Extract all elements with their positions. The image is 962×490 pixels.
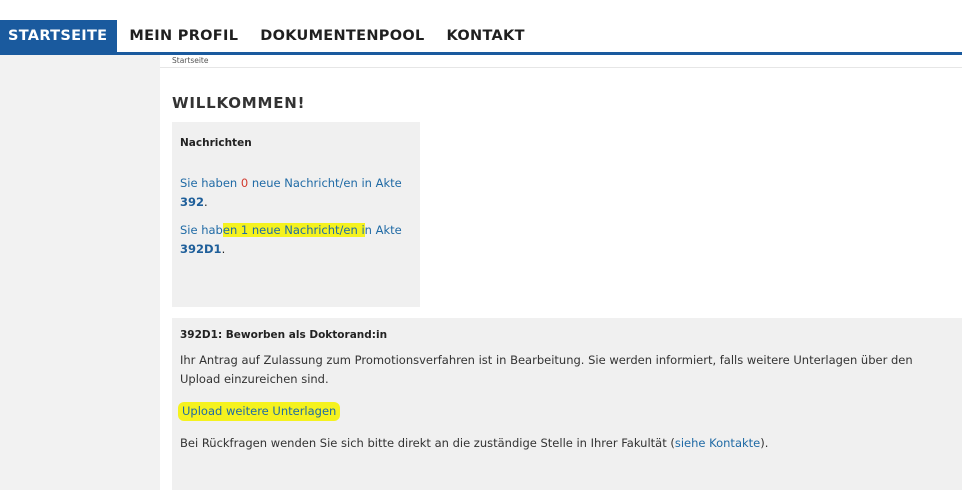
application-status-panel: 392D1: Beworben als Doktorand:in Ihr Ant… xyxy=(172,318,962,490)
message-akte-392: Sie haben 0 neue Nachricht/en in Akte 39… xyxy=(180,174,416,212)
main-nav: STARTSEITE MEIN PROFIL DOKUMENTENPOOL KO… xyxy=(0,20,962,52)
nav-dokumentenpool[interactable]: DOKUMENTENPOOL xyxy=(249,20,435,52)
message-period: . xyxy=(221,242,226,256)
message-period: . xyxy=(204,195,208,209)
help-text: Bei Rückfragen wenden Sie sich bitte dir… xyxy=(180,434,768,453)
highlighted-message-text: en 1 neue Nachricht/en i xyxy=(222,223,365,237)
message-text: n Akte xyxy=(364,223,402,237)
akte-link-392d1[interactable]: 392D1 xyxy=(180,242,222,256)
help-text-prefix: Bei Rückfragen wenden Sie sich bitte dir… xyxy=(180,436,675,450)
news-title: Nachrichten xyxy=(180,137,252,149)
upload-documents-link[interactable]: Upload weitere Unterlagen xyxy=(178,402,341,421)
left-sidebar xyxy=(0,55,160,490)
nav-kontakt[interactable]: KONTAKT xyxy=(436,20,536,52)
message-akte-392d1: Sie haben 1 neue Nachricht/en in Akte 39… xyxy=(180,221,416,259)
nav-mein-profil[interactable]: MEIN PROFIL xyxy=(117,20,249,52)
help-text-suffix: ). xyxy=(760,436,769,450)
breadcrumb-bar: Startseite xyxy=(160,55,962,68)
status-title: 392D1: Beworben als Doktorand:in xyxy=(180,329,388,341)
contacts-link[interactable]: siehe Kontakte xyxy=(675,436,760,450)
top-navigation-bar: STARTSEITE MEIN PROFIL DOKUMENTENPOOL KO… xyxy=(0,20,962,55)
message-text: neue Nachricht/en in Akte xyxy=(248,176,402,190)
breadcrumb[interactable]: Startseite xyxy=(172,56,208,65)
news-panel: Nachrichten Sie haben 0 neue Nachricht/e… xyxy=(172,122,420,307)
status-description: Ihr Antrag auf Zulassung zum Promotionsv… xyxy=(180,353,913,386)
message-text: Sie hab xyxy=(180,223,223,237)
message-text: Sie haben xyxy=(180,176,241,190)
main-content: Startseite WILLKOMMEN! Nachrichten Sie h… xyxy=(160,55,962,490)
akte-link-392[interactable]: 392 xyxy=(180,195,204,209)
nav-startseite[interactable]: STARTSEITE xyxy=(0,20,118,52)
page-title: WILLKOMMEN! xyxy=(172,94,306,112)
